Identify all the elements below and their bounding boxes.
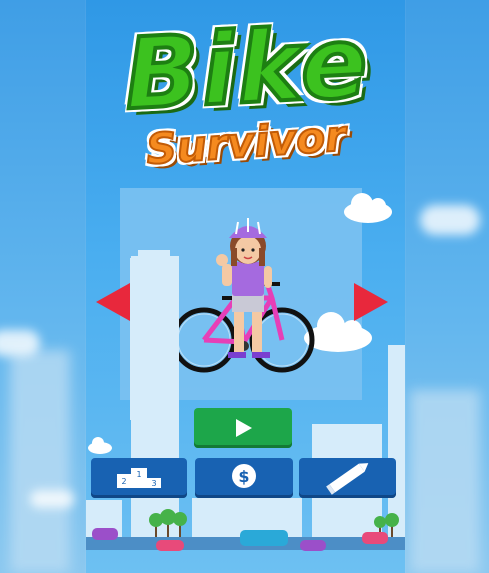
shop-button[interactable]: $: [195, 458, 293, 498]
dollar-coin-icon: $: [232, 464, 256, 488]
play-button[interactable]: [194, 408, 292, 448]
next-character-button[interactable]: [354, 283, 388, 321]
car-icon: [156, 540, 184, 551]
blurred-building: [410, 390, 480, 573]
building: [131, 256, 179, 546]
play-icon: [236, 419, 252, 437]
podium-icon: 2 1 3: [117, 468, 161, 488]
podium-place-1: 1: [136, 470, 141, 479]
cyclist-character: [171, 218, 315, 373]
previous-character-button[interactable]: [96, 283, 130, 321]
leaderboard-button[interactable]: 2 1 3: [91, 458, 187, 498]
game-logo: Bike Survivor: [86, 4, 405, 182]
blurred-building: [10, 350, 70, 573]
edit-button[interactable]: [299, 458, 396, 498]
dollar-symbol: $: [238, 467, 249, 486]
car-icon: [300, 540, 326, 551]
blurred-cloud: [420, 205, 480, 235]
tree-icon: [149, 509, 187, 537]
podium-place-2: 2: [121, 477, 126, 486]
cloud-icon: [344, 193, 392, 223]
blurred-cloud: [0, 330, 40, 356]
pencil-icon: [326, 463, 369, 495]
logo-title: Bike: [120, 4, 374, 135]
car-icon: [362, 532, 388, 544]
podium-place-3: 3: [151, 479, 156, 488]
game-screen: Bike Survivor 2 1 3 $: [86, 0, 405, 573]
blurred-cloud: [30, 490, 74, 508]
car-icon: [92, 528, 118, 540]
bus-icon: [240, 530, 288, 546]
